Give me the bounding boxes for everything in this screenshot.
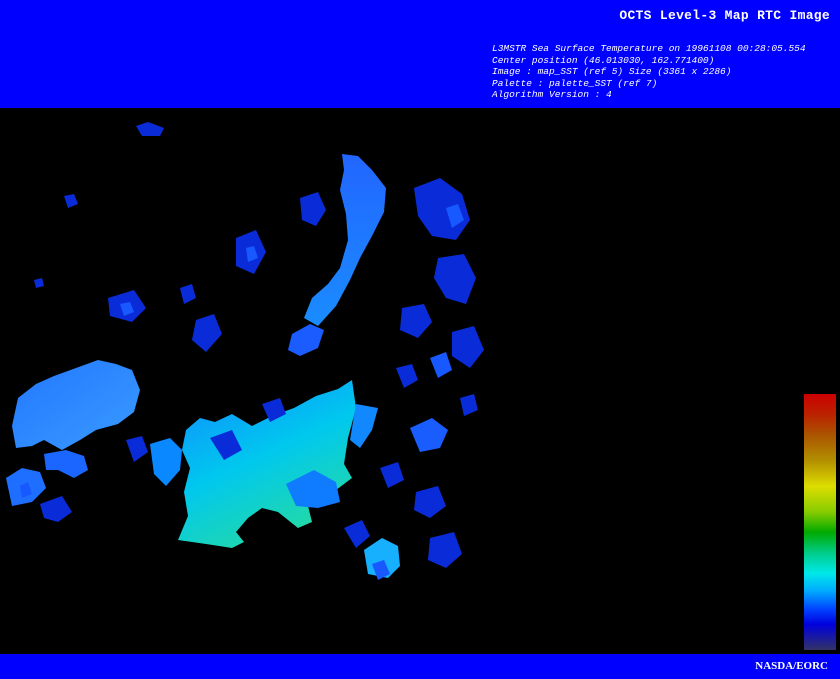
image-title: OCTS Level-3 Map RTC Image	[619, 8, 830, 23]
sst-region-north	[304, 154, 386, 326]
sst-region-west	[12, 360, 140, 450]
header-bar: OCTS Level-3 Map RTC Image L3MSTR Sea Su…	[0, 0, 840, 108]
metadata-line-product: L3MSTR Sea Surface Temperature on 199611…	[492, 43, 806, 54]
sst-palette-colorbar	[804, 394, 836, 650]
sst-region-west-tail	[44, 450, 88, 478]
metadata-line-algorithm: Algorithm Version : 4	[492, 89, 612, 100]
metadata-line-image: Image : map_SST (ref 5) Size (3361 x 228…	[492, 66, 732, 77]
credit-label: NASDA/EORC	[755, 660, 828, 672]
sst-map-image	[0, 108, 840, 654]
footer-bar: NASDA/EORC	[0, 654, 840, 679]
metadata-line-center: Center position (46.013030, 162.771400)	[492, 54, 715, 66]
sst-map-svg	[6, 122, 484, 580]
sst-region-north-branch	[288, 324, 324, 356]
metadata-line-palette: Palette : palette_SST (ref 7)	[492, 77, 658, 89]
sst-region-east	[410, 418, 448, 452]
metadata-block: L3MSTR Sea Surface Temperature on 199611…	[492, 43, 806, 101]
sst-region-central-left	[150, 438, 182, 486]
